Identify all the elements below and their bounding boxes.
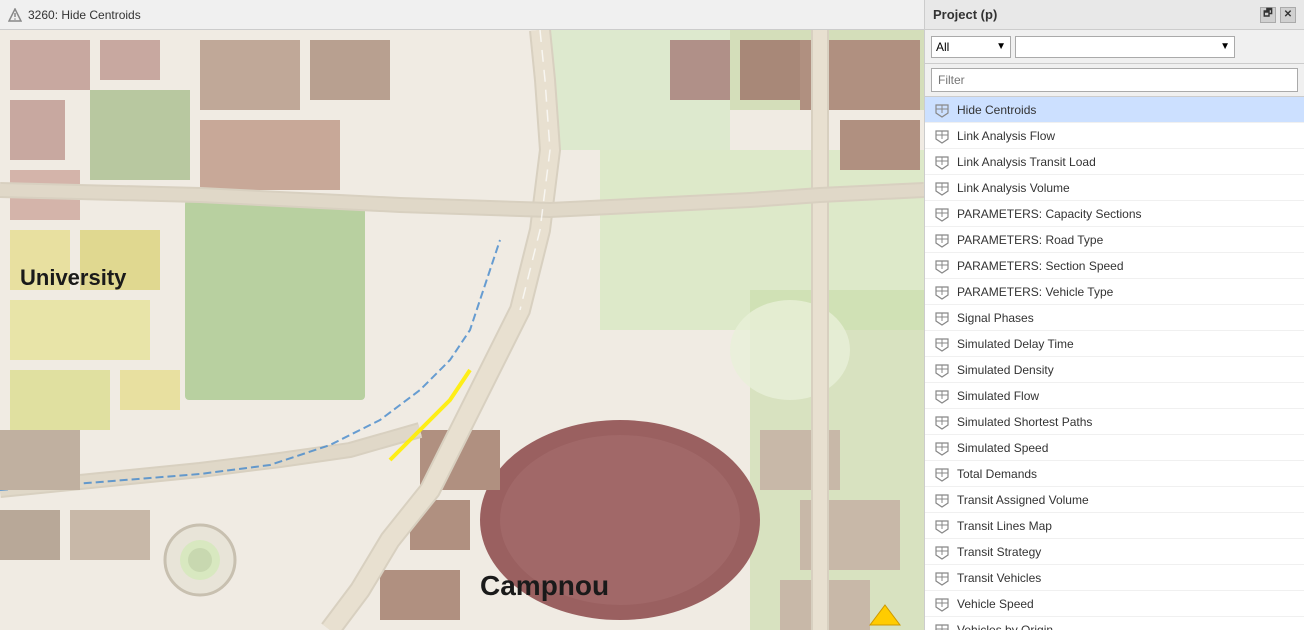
list-item-label-simulated-delay-time: Simulated Delay Time bbox=[957, 337, 1074, 351]
list-item-label-link-analysis-flow: Link Analysis Flow bbox=[957, 129, 1055, 143]
list-item-icon-link-analysis-volume bbox=[933, 179, 951, 197]
list-item-label-signal-phases: Signal Phases bbox=[957, 311, 1034, 325]
list-item-parameters-section-speed[interactable]: PARAMETERS: Section Speed bbox=[925, 253, 1304, 279]
list-item-icon-link-analysis-transit-load bbox=[933, 153, 951, 171]
secondary-dropdown-arrow: ▼ bbox=[1220, 41, 1230, 52]
list-item-vehicle-speed[interactable]: Vehicle Speed bbox=[925, 591, 1304, 617]
list-item-icon-parameters-vehicle-type bbox=[933, 283, 951, 301]
list-item-transit-lines-map[interactable]: Transit Lines Map bbox=[925, 513, 1304, 539]
list-item-label-transit-vehicles: Transit Vehicles bbox=[957, 571, 1041, 585]
list-item-icon-total-demands bbox=[933, 465, 951, 483]
list-item-link-analysis-flow[interactable]: Link Analysis Flow bbox=[925, 123, 1304, 149]
list-item-icon-transit-lines-map bbox=[933, 517, 951, 535]
list-item-label-link-analysis-transit-load: Link Analysis Transit Load bbox=[957, 155, 1096, 169]
list-item-icon-simulated-flow bbox=[933, 387, 951, 405]
map-title-icon bbox=[8, 8, 22, 22]
map-label-university: University bbox=[20, 265, 126, 291]
panel-title-bar: Project (p) 🗗 ✕ bbox=[924, 0, 1304, 30]
panel-filter-dropdown[interactable]: All ▼ bbox=[931, 36, 1011, 58]
list-item-simulated-shortest-paths[interactable]: Simulated Shortest Paths bbox=[925, 409, 1304, 435]
filter-input[interactable] bbox=[931, 68, 1298, 92]
list-item-label-simulated-speed: Simulated Speed bbox=[957, 441, 1048, 455]
panel-title-controls: 🗗 ✕ bbox=[1260, 7, 1296, 23]
list-item-parameters-capacity-sections[interactable]: PARAMETERS: Capacity Sections bbox=[925, 201, 1304, 227]
map-label-campnou: Campnou bbox=[480, 570, 609, 602]
list-item-icon-hide-centroids bbox=[933, 101, 951, 119]
filter-bar bbox=[925, 64, 1304, 97]
filter-dropdown-value: All bbox=[936, 40, 949, 54]
list-item-icon-simulated-shortest-paths bbox=[933, 413, 951, 431]
list-item-label-simulated-shortest-paths: Simulated Shortest Paths bbox=[957, 415, 1092, 429]
panel-close-button[interactable]: ✕ bbox=[1280, 7, 1296, 23]
panel-secondary-dropdown[interactable]: ▼ bbox=[1015, 36, 1235, 58]
list-item-simulated-delay-time[interactable]: Simulated Delay Time bbox=[925, 331, 1304, 357]
list-item-icon-signal-phases bbox=[933, 309, 951, 327]
list-item-parameters-vehicle-type[interactable]: PARAMETERS: Vehicle Type bbox=[925, 279, 1304, 305]
list-item-icon-simulated-speed bbox=[933, 439, 951, 457]
list-item-label-simulated-flow: Simulated Flow bbox=[957, 389, 1039, 403]
list-item-simulated-density[interactable]: Simulated Density bbox=[925, 357, 1304, 383]
list-item-label-transit-lines-map: Transit Lines Map bbox=[957, 519, 1052, 533]
list-item-icon-link-analysis-flow bbox=[933, 127, 951, 145]
list-item-link-analysis-transit-load[interactable]: Link Analysis Transit Load bbox=[925, 149, 1304, 175]
list-item-label-parameters-road-type: PARAMETERS: Road Type bbox=[957, 233, 1103, 247]
panel-title-label: Project (p) bbox=[933, 7, 997, 22]
list-item-vehicles-by-origin[interactable]: Vehicles by Origin bbox=[925, 617, 1304, 630]
list-item-label-vehicle-speed: Vehicle Speed bbox=[957, 597, 1034, 611]
list-item-parameters-road-type[interactable]: PARAMETERS: Road Type bbox=[925, 227, 1304, 253]
list-item-transit-strategy[interactable]: Transit Strategy bbox=[925, 539, 1304, 565]
list-item-label-transit-strategy: Transit Strategy bbox=[957, 545, 1041, 559]
list-item-label-link-analysis-volume: Link Analysis Volume bbox=[957, 181, 1070, 195]
list-item-icon-vehicle-speed bbox=[933, 595, 951, 613]
list-item-icon-simulated-density bbox=[933, 361, 951, 379]
list-item-transit-vehicles[interactable]: Transit Vehicles bbox=[925, 565, 1304, 591]
list-item-icon-parameters-capacity-sections bbox=[933, 205, 951, 223]
list-item-signal-phases[interactable]: Signal Phases bbox=[925, 305, 1304, 331]
list-item-label-total-demands: Total Demands bbox=[957, 467, 1037, 481]
list-item-icon-simulated-delay-time bbox=[933, 335, 951, 353]
map-title-bar: 3260: Hide Centroids bbox=[0, 0, 924, 30]
list-item-link-analysis-volume[interactable]: Link Analysis Volume bbox=[925, 175, 1304, 201]
panel-restore-button[interactable]: 🗗 bbox=[1260, 7, 1276, 23]
list-item-icon-vehicles-by-origin bbox=[933, 621, 951, 630]
list-item-label-parameters-vehicle-type: PARAMETERS: Vehicle Type bbox=[957, 285, 1113, 299]
map-title-label: 3260: Hide Centroids bbox=[28, 8, 141, 22]
panel-toolbar: All ▼ ▼ bbox=[925, 30, 1304, 64]
list-item-icon-transit-assigned-volume bbox=[933, 491, 951, 509]
list-item-simulated-flow[interactable]: Simulated Flow bbox=[925, 383, 1304, 409]
list-item-hide-centroids[interactable]: Hide Centroids bbox=[925, 97, 1304, 123]
list-item-icon-transit-vehicles bbox=[933, 569, 951, 587]
list-item-label-parameters-section-speed: PARAMETERS: Section Speed bbox=[957, 259, 1124, 273]
list-item-simulated-speed[interactable]: Simulated Speed bbox=[925, 435, 1304, 461]
list-item-label-hide-centroids: Hide Centroids bbox=[957, 103, 1036, 117]
filter-dropdown-arrow: ▼ bbox=[996, 41, 1006, 52]
list-item-transit-assigned-volume[interactable]: Transit Assigned Volume bbox=[925, 487, 1304, 513]
list-item-icon-parameters-section-speed bbox=[933, 257, 951, 275]
map-area[interactable]: University Campnou bbox=[0, 30, 924, 630]
list-item-icon-transit-strategy bbox=[933, 543, 951, 561]
list-item-label-transit-assigned-volume: Transit Assigned Volume bbox=[957, 493, 1089, 507]
panel: All ▼ ▼ Hide Centroids bbox=[924, 30, 1304, 630]
list-item-icon-parameters-road-type bbox=[933, 231, 951, 249]
panel-list: Hide Centroids Link Analysis Flow Link A… bbox=[925, 97, 1304, 630]
list-item-label-simulated-density: Simulated Density bbox=[957, 363, 1054, 377]
list-item-label-vehicles-by-origin: Vehicles by Origin bbox=[957, 623, 1053, 630]
list-item-total-demands[interactable]: Total Demands bbox=[925, 461, 1304, 487]
list-item-label-parameters-capacity-sections: PARAMETERS: Capacity Sections bbox=[957, 207, 1142, 221]
